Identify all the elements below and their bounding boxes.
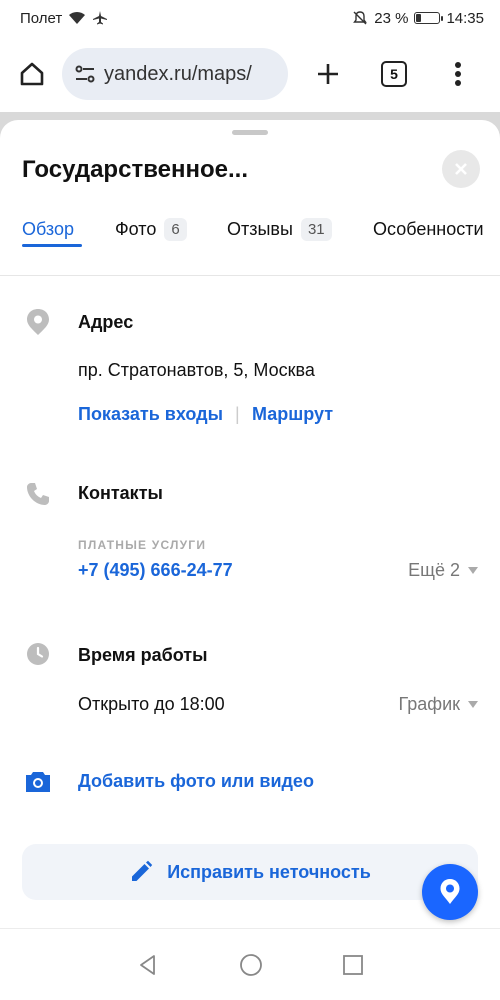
tab-features[interactable]: Особенности (373, 206, 484, 252)
contacts-title: Контакты (78, 483, 163, 503)
recents-icon[interactable] (342, 954, 364, 976)
schedule-label: График (398, 694, 461, 714)
status-bar: Полет 23 % 14:35 (0, 0, 500, 36)
paid-services-caption: ПЛАТНЫЕ УСЛУГИ (78, 538, 207, 552)
clock: 14:35 (446, 9, 484, 27)
review-count-badge: 31 (300, 217, 332, 241)
chevron-down-icon (468, 567, 478, 574)
link-separator: | (235, 404, 240, 424)
wifi-icon (69, 11, 86, 24)
battery-fill (416, 14, 422, 22)
route-link[interactable]: Маршрут (252, 404, 333, 425)
address-bar[interactable]: yandex.ru/maps/ (62, 48, 288, 100)
carrier-label: Полет (20, 9, 63, 27)
fix-inaccuracy-button[interactable]: Исправить неточность (22, 844, 478, 900)
fix-inaccuracy-label: Исправить неточность (167, 861, 371, 882)
battery-percent: 23 % (374, 9, 409, 27)
hours-title: Время работы (78, 645, 208, 665)
browser-toolbar: yandex.ru/maps/ 5 (0, 36, 500, 112)
add-media-link[interactable]: Добавить фото или видео (78, 771, 314, 792)
airplane-icon (93, 11, 108, 25)
schedule-toggle[interactable]: График (398, 694, 478, 715)
show-entrances-link[interactable]: Показать входы (78, 404, 223, 425)
battery-icon (414, 12, 444, 24)
clock-icon (24, 640, 52, 668)
tab-count: 5 (381, 61, 407, 87)
more-phones-toggle[interactable]: Ещё 2 (408, 560, 478, 581)
new-tab-button[interactable] (306, 52, 350, 96)
tab-photos[interactable]: Фото 6 (115, 206, 187, 252)
address-title: Адрес (78, 312, 134, 332)
route-fab[interactable] (422, 864, 478, 920)
location-pin-icon (24, 308, 52, 336)
system-navigation-bar (0, 928, 500, 1000)
tab-label: Особенности (373, 218, 484, 239)
active-tab-indicator (22, 244, 82, 247)
tabs-button[interactable]: 5 (372, 52, 416, 96)
tab-reviews[interactable]: Отзывы 31 (227, 206, 332, 252)
more-vert-icon (455, 62, 461, 86)
phone-link[interactable]: +7 (495) 666-24-77 (78, 560, 233, 581)
map-pin-icon (440, 879, 460, 904)
close-icon (455, 163, 467, 175)
place-card: Государственное... Обзор Фото 6 Отзывы 3… (0, 120, 500, 928)
tab-label: Обзор (22, 218, 74, 239)
back-icon[interactable] (136, 953, 160, 977)
pencil-icon (132, 860, 153, 881)
plus-icon (318, 64, 338, 84)
site-settings-icon (75, 65, 95, 83)
home-icon (20, 62, 44, 86)
more-phones-label: Ещё 2 (408, 560, 460, 580)
menu-button[interactable] (436, 52, 480, 96)
drag-handle[interactable] (232, 130, 268, 135)
home-button[interactable] (10, 52, 54, 96)
tab-label: Фото (115, 218, 157, 239)
address-value: пр. Стратонавтов, 5, Москва (78, 360, 315, 380)
bell-off-icon (353, 11, 368, 25)
chevron-down-icon (468, 701, 478, 708)
home-circle-icon[interactable] (238, 952, 264, 978)
phone-icon (24, 480, 52, 508)
tab-label: Отзывы (227, 218, 293, 239)
divider (0, 275, 500, 276)
tab-bar: Обзор Фото 6 Отзывы 31 Особенности (0, 206, 500, 256)
close-button[interactable] (442, 150, 480, 188)
url-text: yandex.ru/maps/ (104, 62, 252, 85)
camera-icon[interactable] (24, 768, 52, 796)
open-status: Открыто до 18:00 (78, 694, 225, 714)
place-title: Государственное... (22, 156, 248, 183)
photo-count-badge: 6 (164, 217, 187, 241)
